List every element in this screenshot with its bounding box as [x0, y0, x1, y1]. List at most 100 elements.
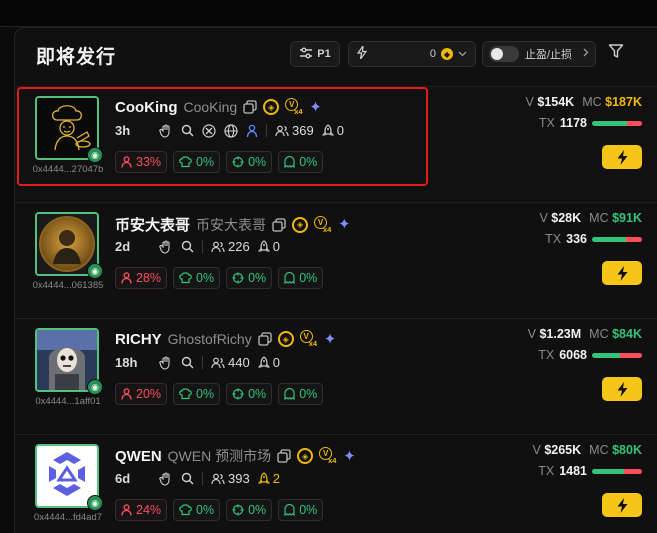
user-icon	[121, 156, 132, 168]
token-age: 18h	[115, 355, 138, 370]
mc-value: $91K	[612, 211, 642, 225]
copy-icon[interactable]	[277, 449, 291, 463]
mc-value: $84K	[612, 327, 642, 341]
dev-holdings-pill[interactable]: 0%	[173, 267, 221, 289]
snipers-count: 0	[257, 239, 280, 254]
preset-label: P1	[317, 48, 331, 60]
volume-x4-badge-icon: Vx4	[319, 447, 337, 465]
rocket-icon	[257, 355, 270, 368]
token-symbol[interactable]: 币安大表哥	[115, 214, 190, 235]
quick-buy-button[interactable]	[602, 377, 642, 401]
quick-buy-amount[interactable]: 0 ◆	[348, 41, 476, 67]
ghost-icon	[284, 272, 295, 284]
insiders-pill[interactable]: 0%	[226, 499, 273, 521]
bonding-badge-icon: ◉	[87, 263, 103, 279]
bundlers-pill[interactable]: 0%	[278, 383, 324, 405]
lightning-icon	[617, 381, 627, 397]
volume-value: $1.23M	[539, 327, 582, 341]
dev-holdings-pill[interactable]: 0%	[173, 151, 221, 173]
copy-icon[interactable]	[258, 332, 272, 346]
volume-label: V	[539, 211, 548, 225]
snipers-count: 0	[321, 123, 344, 138]
search-icon[interactable]	[181, 472, 194, 485]
bundlers-pill[interactable]: 0%	[278, 499, 324, 521]
tx-value: 336	[566, 232, 587, 246]
insiders-pill[interactable]: 0%	[226, 151, 273, 173]
top10-holders-pill[interactable]: 20%	[115, 383, 168, 405]
crosshair-icon	[232, 388, 244, 400]
token-address[interactable]: 0x4444...061385	[25, 280, 111, 291]
ghost-icon	[284, 388, 295, 400]
buy-sell-ratio-bar	[592, 468, 642, 474]
ai-sparkle-icon: ✦	[323, 330, 337, 348]
tx-label: TX	[545, 232, 562, 246]
dev-holdings-pill[interactable]: 0%	[173, 383, 221, 405]
token-symbol[interactable]: RICHY	[115, 331, 162, 348]
ai-sparkle-icon: ✦	[338, 216, 351, 233]
divider	[202, 472, 203, 485]
divider	[202, 356, 203, 369]
insiders-pill[interactable]: 0%	[226, 267, 273, 289]
search-icon[interactable]	[181, 356, 194, 369]
volume-value: $154K	[537, 95, 575, 109]
volume-value: $265K	[544, 443, 582, 457]
user-icon	[121, 504, 132, 516]
token-address[interactable]: 0x4444...27047b	[25, 164, 111, 175]
top10-holders-pill[interactable]: 24%	[115, 499, 168, 521]
bonding-badge-icon: ◉	[87, 495, 103, 511]
token-address[interactable]: 0x4444...1aff01	[25, 396, 111, 407]
token-card[interactable]: ◉ 0x4444...27047b CooKing CooKing ◈ Vx4 …	[15, 86, 657, 202]
token-card[interactable]: ◉ 0x4444...fd4ad7 QWEN QWEN 预测市场 ◈ Vx4 ✦…	[15, 434, 657, 533]
twitter-icon[interactable]	[202, 123, 216, 138]
top10-holders-pill[interactable]: 33%	[115, 151, 168, 173]
token-symbol[interactable]: QWEN	[115, 448, 162, 465]
rocket-icon	[257, 471, 270, 484]
bnb-badge-icon: ◈	[292, 216, 309, 233]
bundlers-pill[interactable]: 0%	[278, 267, 324, 289]
person-icon[interactable]	[246, 124, 258, 138]
tp-sl-toggle[interactable]: 止盈/止损	[482, 41, 596, 67]
token-address[interactable]: 0x4444...fd4ad7	[25, 512, 111, 523]
token-card[interactable]: ◉ 0x4444...061385 币安大表哥 币安大表哥 ◈ Vx4 ✦ 2d	[15, 202, 657, 318]
holders-count: 393	[211, 471, 250, 486]
bnb-coin-icon: ◆	[441, 48, 453, 60]
panel-title: 即将发行	[36, 47, 117, 68]
hand-icon	[159, 471, 173, 486]
quick-buy-button[interactable]	[602, 145, 642, 169]
lightning-icon	[617, 497, 627, 513]
lightning-icon	[617, 149, 627, 165]
copy-icon[interactable]	[243, 100, 257, 114]
top10-holders-pill[interactable]: 28%	[115, 267, 168, 289]
copy-icon[interactable]	[272, 217, 286, 232]
preset-selector[interactable]: P1	[290, 41, 340, 67]
tx-label: TX	[538, 464, 555, 478]
crosshair-icon	[232, 272, 244, 284]
token-stats: V $1.23M MC $84K TX 6068	[528, 327, 642, 362]
quick-buy-button[interactable]	[602, 493, 642, 517]
holders-count: 369	[275, 123, 314, 138]
lightning-icon	[617, 265, 627, 281]
tx-value: 1481	[559, 464, 587, 478]
insiders-pill[interactable]: 0%	[226, 383, 273, 405]
token-card[interactable]: ◉ 0x4444...1aff01 RICHY GhostofRichy ◈ V…	[15, 318, 657, 434]
hand-icon	[159, 355, 173, 370]
crosshair-icon	[232, 156, 244, 168]
token-stats: V $265K MC $80K TX 1481	[533, 443, 642, 478]
token-age: 2d	[115, 239, 131, 254]
search-icon[interactable]	[181, 124, 194, 137]
dev-holdings-pill[interactable]: 0%	[173, 499, 221, 521]
volume-label: V	[527, 327, 536, 341]
filter-button[interactable]	[605, 42, 627, 64]
bundlers-pill[interactable]: 0%	[278, 151, 324, 173]
chevron-right-icon	[583, 48, 589, 60]
sliders-icon	[299, 47, 313, 62]
search-icon[interactable]	[181, 240, 194, 253]
divider	[202, 240, 203, 253]
token-symbol[interactable]: CooKing	[115, 99, 177, 116]
holders-count: 440	[211, 355, 250, 370]
chef-hat-icon	[179, 272, 192, 284]
tp-sl-switch[interactable]	[489, 46, 519, 62]
tx-label: TX	[538, 348, 555, 362]
quick-buy-button[interactable]	[602, 261, 642, 285]
website-icon[interactable]	[224, 123, 238, 138]
